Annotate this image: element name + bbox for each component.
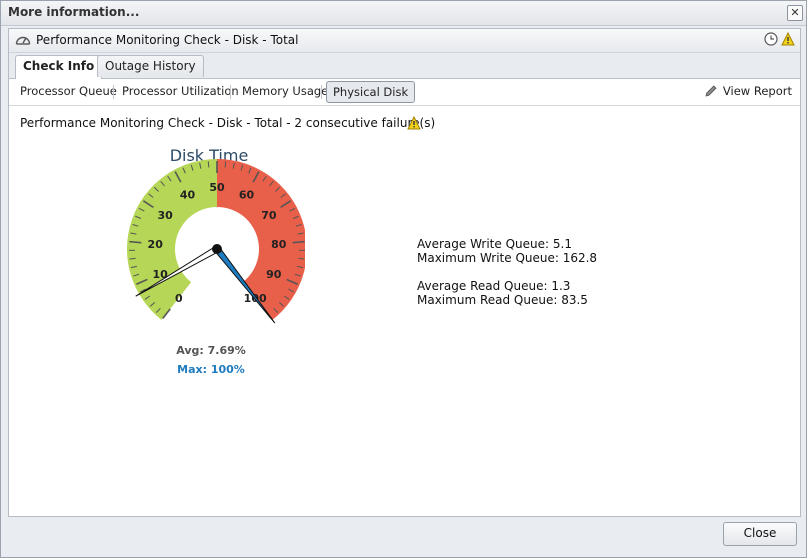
max-write-queue: Maximum Write Queue: 162.8 <box>417 251 598 265</box>
gauge-tick <box>298 257 305 260</box>
close-button[interactable]: Close <box>723 522 797 546</box>
avg-write-queue: Average Write Queue: 5.1 <box>417 237 572 251</box>
gauge-tick <box>129 257 136 260</box>
speedometer-icon <box>15 33 31 50</box>
history-clock-icon[interactable] <box>764 32 778 49</box>
sub-tabs: Processor Queue Processor Utilization Me… <box>9 79 800 106</box>
main-tabs: Check Info Outage History <box>9 53 800 79</box>
subtab-divider <box>321 85 322 99</box>
window-title: More information... <box>8 5 140 19</box>
avg-read-queue: Average Read Queue: 1.3 <box>417 279 571 293</box>
gauge-tick <box>129 240 142 244</box>
gauge-chart: Disk Time 0102030405060708090100 Avg: 7.… <box>126 146 308 376</box>
max-read-queue: Maximum Read Queue: 83.5 <box>417 293 588 307</box>
subtab-memory-usage[interactable]: Memory Usage <box>236 81 334 101</box>
gauge-tick-label: 20 <box>148 238 164 251</box>
panel-header: Performance Monitoring Check - Disk - To… <box>9 29 800 53</box>
subtab-processor-utilization[interactable]: Processor Utilization <box>116 81 245 101</box>
warning-icon <box>407 115 421 133</box>
disk-time-gauge: Disk Time 0102030405060708090100 Avg: 7.… <box>115 139 308 379</box>
subtab-processor-queue[interactable]: Processor Queue <box>14 81 123 101</box>
warning-icon <box>781 31 795 49</box>
gauge-avg-label: Avg: 7.69% <box>176 344 246 357</box>
check-status-text: Performance Monitoring Check - Disk - To… <box>20 116 436 130</box>
gauge-tick-label: 50 <box>209 181 225 194</box>
gauge-tick-label: 60 <box>239 188 255 201</box>
title-bar: More information... ✕ <box>1 1 806 26</box>
view-report-label: View Report <box>722 84 792 98</box>
gauge-tick-label: 90 <box>266 268 282 281</box>
view-report-button[interactable]: View Report <box>704 81 792 101</box>
pencil-icon <box>705 85 717 97</box>
panel-title: Performance Monitoring Check - Disk - To… <box>36 33 299 47</box>
dialog-window: More information... ✕ Performance Monito… <box>0 0 807 558</box>
gauge-tick-label: 40 <box>180 188 196 201</box>
subtab-divider <box>230 85 231 99</box>
subtab-physical-disk[interactable]: Physical Disk <box>326 81 416 103</box>
tab-outage-history[interactable]: Outage History <box>97 55 204 77</box>
gauge-hub <box>212 244 222 254</box>
gauge-tick-label: 80 <box>271 238 287 251</box>
subtab-divider <box>113 85 114 99</box>
close-icon[interactable]: ✕ <box>787 5 803 21</box>
gauge-band <box>126 159 217 320</box>
gauge-tick <box>207 161 210 168</box>
gauge-tick <box>292 240 305 244</box>
content-panel: Performance Monitoring Check - Disk - To… <box>8 28 801 517</box>
disk-queue-stats: Average Write Queue: 5.1 Maximum Write Q… <box>417 237 597 307</box>
gauge-tick <box>224 161 227 168</box>
gauge-max-label: Max: 100% <box>177 363 245 376</box>
gauge-tick-label: 30 <box>157 209 173 222</box>
tab-check-info[interactable]: Check Info <box>15 55 103 79</box>
gauge-tick-label: 70 <box>261 209 277 222</box>
gauge-tick-label: 0 <box>175 292 183 305</box>
